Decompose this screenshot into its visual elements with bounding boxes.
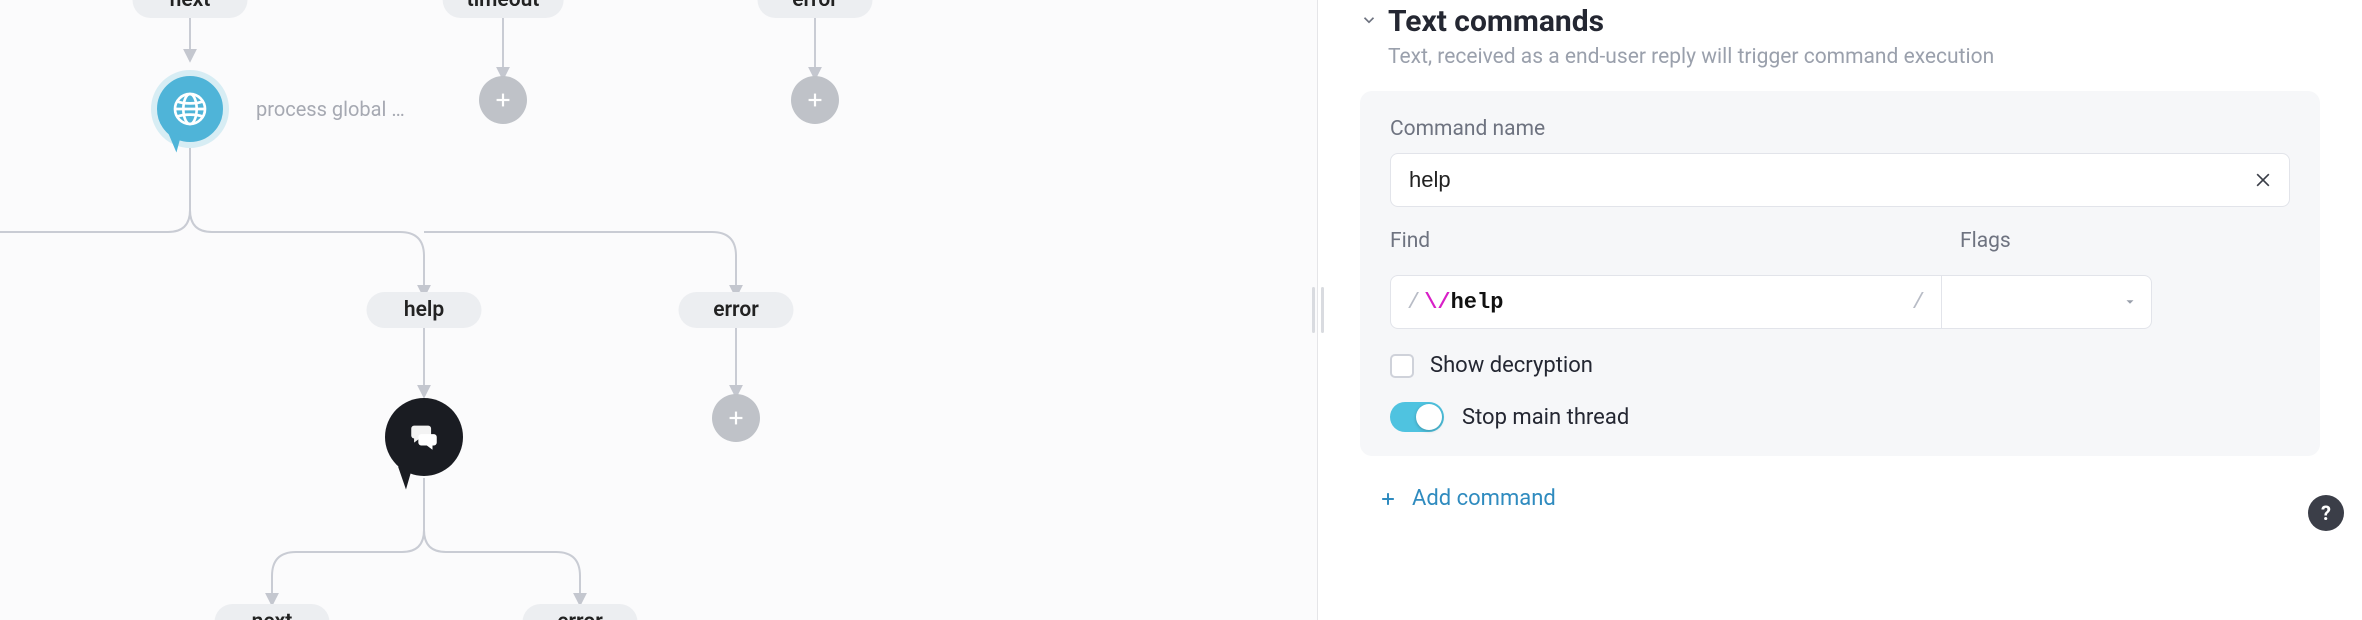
command-name-input-wrap[interactable] xyxy=(1390,153,2290,207)
speech-tail xyxy=(163,131,181,152)
pill-label: help xyxy=(404,298,444,322)
branch-pill-error-top[interactable]: error xyxy=(758,0,873,18)
add-node-button[interactable] xyxy=(479,76,527,124)
branch-pill-timeout[interactable]: timeout xyxy=(443,0,564,18)
branch-pill-error-mid[interactable]: error xyxy=(679,292,794,328)
question-mark-icon: ? xyxy=(2321,501,2331,525)
plus-icon xyxy=(1378,489,1398,509)
pill-label: next xyxy=(170,0,211,12)
branch-pill-help[interactable]: help xyxy=(367,292,482,328)
clear-input-button[interactable] xyxy=(2249,166,2277,194)
flags-select[interactable] xyxy=(1942,275,2152,329)
section-title: Text commands xyxy=(1388,4,1604,39)
show-decryption-checkbox[interactable] xyxy=(1390,354,1414,378)
node-process-global[interactable] xyxy=(151,70,229,148)
add-command-button[interactable]: Add command xyxy=(1378,486,2320,511)
command-card: Command name Find Flags / \/help / xyxy=(1360,91,2320,456)
pill-label: error xyxy=(792,0,838,12)
add-command-label: Add command xyxy=(1412,486,1556,511)
command-name-input[interactable] xyxy=(1409,167,2237,193)
pill-label: error xyxy=(713,298,759,322)
toggle-knob xyxy=(1416,404,1442,430)
stop-main-thread-toggle[interactable] xyxy=(1390,402,1444,432)
add-node-button[interactable] xyxy=(791,76,839,124)
plus-icon xyxy=(725,407,747,429)
pill-label: error xyxy=(557,610,603,620)
regex-escape: \/ xyxy=(1424,290,1450,315)
regex-literal: help xyxy=(1451,290,1504,315)
show-decryption-label: Show decryption xyxy=(1430,353,1593,378)
caret-down-icon xyxy=(2123,295,2137,309)
find-label: Find xyxy=(1390,229,1942,253)
help-button[interactable]: ? xyxy=(2308,495,2344,531)
branch-pill-next-bottom[interactable]: next xyxy=(215,604,330,620)
plus-icon xyxy=(804,89,826,111)
regex-delim-close: / xyxy=(1908,290,1925,315)
properties-panel: Text commands Text, received as a end-us… xyxy=(1318,0,2362,620)
pill-label: timeout xyxy=(467,0,540,12)
node-process-global-label: process global … xyxy=(256,97,405,121)
speech-tail xyxy=(393,466,412,489)
regex-delim-open: / xyxy=(1407,290,1424,315)
chat-bubbles-icon xyxy=(407,420,441,454)
add-node-button[interactable] xyxy=(712,394,760,442)
globe-icon xyxy=(170,89,210,129)
command-name-label: Command name xyxy=(1390,117,2290,141)
grip-bar xyxy=(1312,287,1315,333)
chevron-down-icon xyxy=(1360,11,1378,33)
flags-label: Flags xyxy=(1960,229,2170,253)
regex-input[interactable]: / \/help / xyxy=(1390,275,1942,329)
pill-label: next xyxy=(252,610,293,620)
section-header[interactable]: Text commands xyxy=(1360,4,2320,39)
branch-pill-error-bottom[interactable]: error xyxy=(523,604,638,620)
flow-canvas[interactable]: next timeout error process global … help… xyxy=(0,0,1318,620)
section-subtitle: Text, received as a end-user reply will … xyxy=(1388,45,2320,69)
node-chat[interactable] xyxy=(385,398,463,476)
plus-icon xyxy=(492,89,514,111)
stop-main-thread-label: Stop main thread xyxy=(1462,405,1629,430)
close-icon xyxy=(2253,170,2273,190)
branch-pill-next-top[interactable]: next xyxy=(133,0,248,18)
